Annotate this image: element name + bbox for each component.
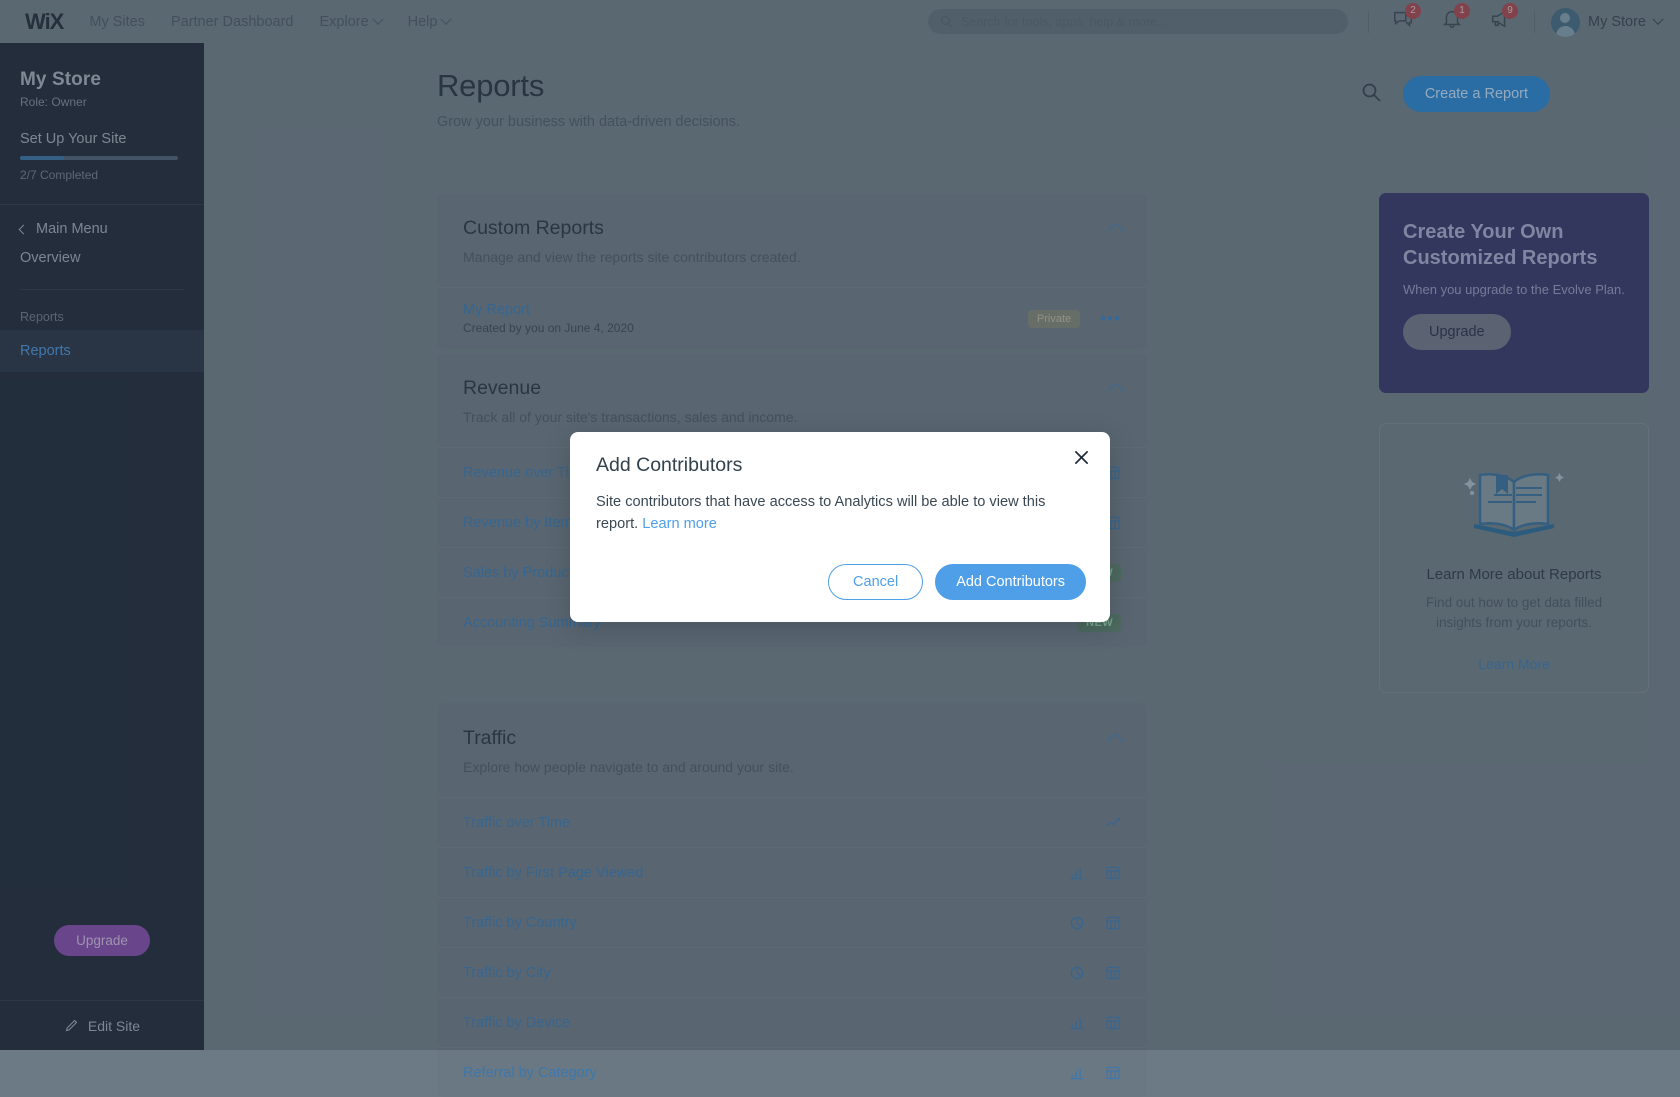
row-actions bbox=[1069, 1065, 1121, 1081]
report-link[interactable]: Referral by Category bbox=[463, 1065, 597, 1081]
table-row[interactable]: Referral by Category bbox=[437, 1047, 1147, 1097]
row-text: Referral by Category bbox=[463, 1065, 597, 1081]
close-icon[interactable] bbox=[1070, 448, 1092, 470]
add-contributors-button[interactable]: Add Contributors bbox=[935, 564, 1086, 600]
bar-chart-icon[interactable] bbox=[1069, 1065, 1085, 1081]
learn-more-link[interactable]: Learn more bbox=[642, 516, 717, 532]
dialog-title: Add Contributors bbox=[596, 454, 742, 477]
table-icon[interactable] bbox=[1105, 1065, 1121, 1081]
cancel-button[interactable]: Cancel bbox=[828, 564, 923, 600]
dialog-body: Site contributors that have access to An… bbox=[596, 492, 1072, 536]
dialog-footer: Cancel Add Contributors bbox=[828, 564, 1086, 600]
add-contributors-dialog: Add Contributors Site contributors that … bbox=[570, 432, 1110, 622]
